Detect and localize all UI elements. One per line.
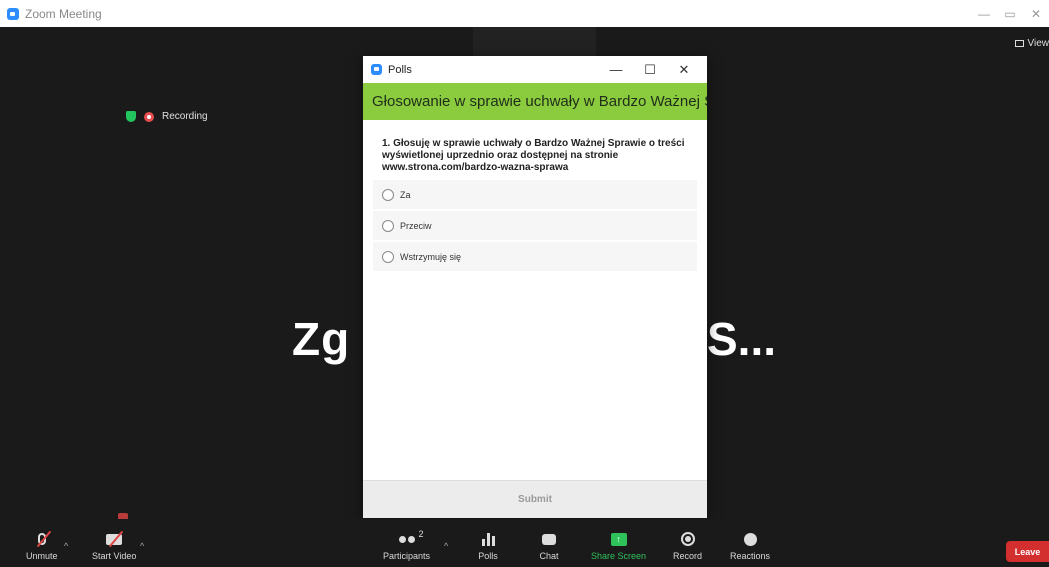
close-button[interactable]: ✕	[1023, 0, 1049, 27]
audio-options-chevron-icon[interactable]: ^	[64, 541, 68, 551]
radio-button[interactable]	[382, 250, 394, 263]
unmute-button[interactable]: Unmute	[26, 530, 58, 561]
meeting-toolbar: Unmute ^ Start Video ^ 2 Participants ^ …	[0, 519, 1049, 567]
participant-name-left: Zg	[292, 313, 351, 365]
poll-footer: Submit	[363, 480, 707, 518]
radio-button[interactable]	[382, 188, 394, 201]
polls-window-controls: — ☐ ✕	[599, 56, 701, 83]
grid-view-icon	[1014, 40, 1024, 47]
participant-name-right: S...	[707, 313, 777, 365]
restore-button[interactable]: ▭	[997, 0, 1023, 27]
polls-close-button[interactable]: ✕	[667, 56, 701, 83]
polls-button[interactable]: Polls	[478, 531, 498, 561]
unmute-label: Unmute	[26, 551, 58, 561]
participants-chevron-icon[interactable]: ^	[444, 541, 448, 551]
polls-maximize-button[interactable]: ☐	[633, 56, 667, 83]
polls-minimize-button[interactable]: —	[599, 56, 633, 83]
share-screen-icon: ↑	[609, 531, 629, 547]
poll-body: 1. Głosuję w sprawie uchwały o Bardzo Wa…	[363, 120, 707, 271]
window-title: Zoom Meeting	[25, 6, 102, 21]
view-button[interactable]: View	[1014, 38, 1049, 49]
chat-label: Chat	[539, 551, 559, 561]
polls-title: Polls	[388, 63, 412, 76]
zoom-window-titlebar: Zoom Meeting — ▭ ✕	[0, 0, 1049, 27]
poll-header: Głosowanie w sprawie uchwały w Bardzo Wa…	[363, 83, 707, 120]
share-screen-button[interactable]: ↑ Share Screen	[591, 531, 646, 561]
submit-button[interactable]: Submit	[518, 494, 552, 505]
polls-window: Polls — ☐ ✕ Głosowanie w sprawie uchwały…	[363, 56, 707, 518]
recording-indicator: Recording	[126, 111, 208, 122]
poll-option-wstrzymuje[interactable]: Wstrzymuję się	[373, 242, 697, 271]
poll-option-za[interactable]: Za	[373, 180, 697, 209]
zoom-app-icon	[371, 64, 382, 75]
chat-button[interactable]: Chat	[539, 531, 559, 561]
chat-icon	[539, 531, 559, 547]
top-video-strip	[473, 27, 596, 57]
poll-option-przeciw[interactable]: Przeciw	[373, 211, 697, 240]
view-label: View	[1027, 38, 1049, 49]
poll-header-title: Głosowanie w sprawie uchwały w Bardzo Wa…	[372, 93, 707, 110]
recording-icon	[144, 111, 154, 122]
participants-button[interactable]: 2 Participants	[383, 529, 431, 561]
recording-label: Recording	[162, 111, 208, 122]
reactions-button[interactable]: Reactions	[730, 531, 770, 561]
radio-button[interactable]	[382, 219, 394, 232]
record-button[interactable]: Record	[673, 531, 702, 561]
leave-button[interactable]: Leave	[1006, 541, 1049, 562]
minimize-button[interactable]: —	[971, 0, 997, 27]
poll-options: Za Przeciw Wstrzymuję się	[373, 180, 697, 271]
reactions-smiley-icon	[740, 531, 760, 547]
polls-titlebar: Polls — ☐ ✕	[363, 56, 707, 83]
camera-off-icon	[104, 530, 124, 548]
participants-icon: 2	[397, 529, 424, 547]
option-label: Przeciw	[400, 220, 432, 231]
polls-bar-icon	[478, 531, 498, 547]
window-controls: — ▭ ✕	[971, 0, 1049, 27]
record-icon	[678, 531, 698, 547]
polls-label: Polls	[478, 551, 498, 561]
participants-count: 2	[418, 529, 424, 539]
start-video-button[interactable]: Start Video	[92, 530, 137, 561]
record-label: Record	[673, 551, 703, 561]
option-label: Wstrzymuję się	[400, 251, 462, 262]
mic-muted-icon	[32, 530, 52, 548]
share-screen-label: Share Screen	[591, 551, 647, 561]
video-options-chevron-icon[interactable]: ^	[140, 541, 144, 551]
participants-label: Participants	[383, 551, 431, 561]
poll-question: 1. Głosuję w sprawie uchwały o Bardzo Wa…	[382, 138, 685, 173]
start-video-label: Start Video	[92, 551, 137, 561]
option-label: Za	[400, 189, 411, 200]
zoom-app-icon	[7, 7, 19, 20]
reactions-label: Reactions	[730, 551, 771, 561]
shield-icon	[126, 111, 136, 122]
